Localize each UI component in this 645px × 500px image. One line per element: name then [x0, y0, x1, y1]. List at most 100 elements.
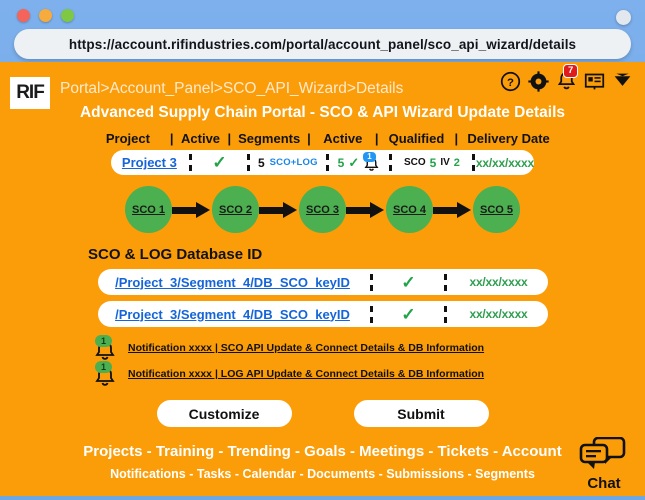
- header-icon-group: ? 7: [500, 64, 633, 92]
- flow-node-label: SCO 2: [218, 203, 252, 216]
- page-content: RIF Portal>Account_Panel>SCO_API_Wizard>…: [0, 62, 645, 496]
- col-sep: |: [227, 131, 232, 146]
- window-traffic-lights: [17, 9, 74, 22]
- browser-chrome: https://account.rifindustries.com/portal…: [0, 0, 645, 62]
- col-project: Project: [105, 131, 150, 146]
- bell-icon[interactable]: 7: [556, 64, 579, 92]
- notification-bell-icon: 1: [92, 335, 118, 360]
- row-divider: [442, 301, 450, 327]
- database-id-link[interactable]: /Project_3/Segment_4/DB_SCO_keyID: [115, 307, 350, 322]
- flow-node-label: SCO 4: [392, 203, 426, 216]
- flow-node-sco-4[interactable]: SCO 4: [386, 186, 433, 233]
- notification-link[interactable]: Notification xxxx | LOG API Update & Con…: [128, 368, 484, 380]
- cell-db-date: xx/xx/xxxx: [450, 269, 548, 295]
- rif-logo[interactable]: RIF: [10, 77, 50, 109]
- database-section-title: SCO & LOG Database ID: [88, 246, 263, 263]
- footer-secondary-nav[interactable]: Notifications - Tasks - Calendar - Docum…: [0, 467, 645, 481]
- gear-icon[interactable]: [528, 71, 549, 92]
- flow-node-sco-5[interactable]: SCO 5: [473, 186, 520, 233]
- breadcrumb[interactable]: Portal>Account_Panel>SCO_API_Wizard>Deta…: [60, 80, 403, 98]
- row-divider: [368, 301, 376, 327]
- database-row: /Project_3/Segment_4/DB_SCO_keyID ✓ xx/x…: [97, 301, 548, 327]
- col-active-1: Active: [181, 131, 221, 146]
- col-sep: |: [169, 131, 174, 146]
- browser-window: https://account.rifindustries.com/portal…: [0, 0, 645, 500]
- segments-count: 5: [257, 155, 265, 170]
- svg-text:?: ?: [507, 77, 514, 89]
- active-count: 5: [337, 155, 345, 170]
- cell-active-check: ✓: [193, 150, 245, 175]
- notification-bell-icon: 1: [92, 361, 118, 386]
- notification-badge: 1: [95, 335, 113, 347]
- alert-bell-icon[interactable]: 1: [363, 152, 380, 171]
- browser-menu-button[interactable]: [616, 10, 631, 25]
- chat-widget[interactable]: Chat: [572, 436, 636, 492]
- minimize-window-button[interactable]: [39, 9, 52, 22]
- notification-badge: 1: [95, 361, 113, 373]
- col-sep: |: [454, 131, 459, 146]
- qualified-iv-label: IV: [440, 157, 450, 168]
- qualified-sco-label: SCO: [403, 157, 426, 168]
- flow-node-label: SCO 5: [479, 203, 513, 216]
- page-title: Advanced Supply Chain Portal - SCO & API…: [79, 104, 566, 121]
- flow-arrow-icon: [172, 201, 212, 218]
- cell-db-check: ✓: [376, 269, 442, 295]
- cell-db-id[interactable]: /Project_3/Segment_4/DB_SCO_keyID: [98, 269, 368, 295]
- cell-qualified: SCO 5 IV 2: [394, 150, 471, 175]
- cell-delivery-date: xx/xx/xxxx: [476, 150, 534, 175]
- cell-active-count: 5 ✓ 1: [330, 150, 388, 175]
- customize-button[interactable]: Customize: [156, 400, 292, 427]
- col-qualified: Qualified: [388, 131, 445, 146]
- url-text: https://account.rifindustries.com/portal…: [68, 36, 577, 52]
- maximize-window-button[interactable]: [61, 9, 74, 22]
- flow-node-label: SCO 3: [305, 203, 339, 216]
- check-icon: ✓: [401, 304, 416, 324]
- col-delivery-date: Delivery Date: [467, 131, 550, 146]
- chat-bubble-icon: [579, 436, 626, 469]
- cell-segments: 5 SCO+LOG: [251, 150, 324, 175]
- qualified-sco-value: 5: [429, 155, 437, 170]
- check-icon: ✓: [401, 272, 416, 292]
- notification-link[interactable]: Notification xxxx | SCO API Update & Con…: [128, 342, 484, 354]
- cell-db-id[interactable]: /Project_3/Segment_4/DB_SCO_keyID: [98, 301, 368, 327]
- table-row: Project 3 ✓ 5 SCO+LOG 5 ✓ 1 SCO 5 IV 2 x…: [111, 150, 534, 175]
- flow-arrow-icon: [346, 201, 386, 218]
- flow-arrow-icon: [259, 201, 299, 218]
- help-icon[interactable]: ?: [500, 71, 521, 92]
- delivery-date: xx/xx/xxxx: [475, 155, 534, 170]
- database-id-link[interactable]: /Project_3/Segment_4/DB_SCO_keyID: [115, 275, 350, 290]
- cell-db-date: xx/xx/xxxx: [450, 301, 548, 327]
- row-divider: [442, 269, 450, 295]
- footer-primary-nav[interactable]: Projects - Training - Trending - Goals -…: [0, 443, 645, 460]
- submit-button[interactable]: Submit: [353, 400, 489, 427]
- qualified-iv-value: 2: [453, 156, 460, 169]
- flow-node-sco-1[interactable]: SCO 1: [125, 186, 172, 233]
- cell-project[interactable]: Project 3: [111, 150, 188, 175]
- col-sep: |: [374, 131, 379, 146]
- col-segments: Segments: [238, 131, 301, 146]
- col-active-2: Active: [323, 131, 363, 146]
- bell-badge: 7: [563, 64, 579, 78]
- list-item[interactable]: 1 Notification xxxx | LOG API Update & C…: [92, 361, 645, 386]
- project-link[interactable]: Project 3: [122, 155, 177, 170]
- sco-flow-diagram: SCO 1 SCO 2 SCO 3 SCO 4 SCO 5: [0, 186, 645, 233]
- flow-node-sco-2[interactable]: SCO 2: [212, 186, 259, 233]
- project-table-header: Project | Active | Segments | Active | Q…: [0, 131, 645, 146]
- cell-db-check: ✓: [376, 301, 442, 327]
- address-bar[interactable]: https://account.rifindustries.com/portal…: [14, 29, 631, 59]
- chat-label: Chat: [587, 475, 621, 492]
- flow-node-sco-3[interactable]: SCO 3: [299, 186, 346, 233]
- presentation-icon[interactable]: [584, 71, 605, 92]
- database-row: /Project_3/Segment_4/DB_SCO_keyID ✓ xx/x…: [97, 269, 548, 295]
- row-divider: [368, 269, 376, 295]
- database-date: xx/xx/xxxx: [469, 275, 528, 289]
- col-sep: |: [307, 131, 311, 146]
- flow-arrow-icon: [433, 201, 473, 218]
- check-icon: ✓: [348, 155, 360, 170]
- chevron-down-icon[interactable]: [612, 71, 633, 92]
- list-item[interactable]: 1 Notification xxxx | SCO API Update & C…: [92, 335, 645, 360]
- action-buttons: Customize Submit: [0, 400, 645, 427]
- flow-node-label: SCO 1: [131, 203, 165, 216]
- close-window-button[interactable]: [17, 9, 30, 22]
- alert-badge: 1: [363, 152, 376, 162]
